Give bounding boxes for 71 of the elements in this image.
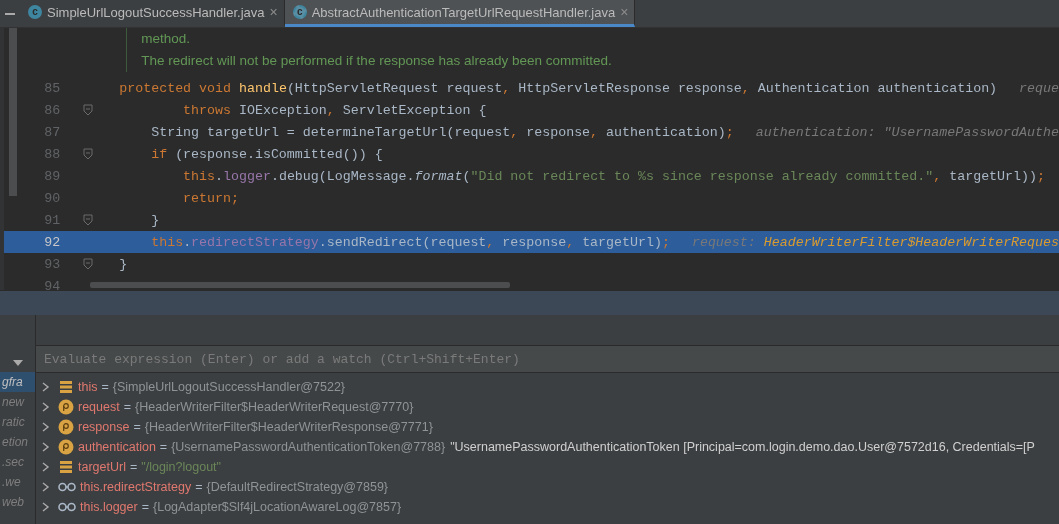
stack-frame[interactable]: .sec: [0, 452, 35, 472]
line-number: 87: [43, 124, 61, 140]
equals-sign: =: [101, 380, 109, 394]
variable-name: this: [78, 380, 98, 394]
doc-comment: method.: [126, 28, 1059, 50]
class-icon: c: [292, 5, 307, 19]
doc-comment: The redirect will not be performed if the response has already been committed.: [126, 50, 1059, 72]
variable-name: this.redirectStrategy: [80, 480, 192, 494]
variable-name: this.logger: [80, 500, 138, 514]
line-number: 89: [43, 168, 61, 184]
fold-icon[interactable]: [82, 104, 93, 116]
variable-name: authentication: [78, 440, 156, 454]
equals-sign: =: [133, 420, 141, 434]
scrollbar[interactable]: [90, 282, 510, 288]
editor-tab[interactable]: c SimpleUrlLogoutSuccessHandler.java ×: [20, 0, 285, 27]
variable-text: "UsernamePasswordAuthenticationToken [Principal=com.login.demo.dao.User@7572d16, Credentials=[P: [450, 440, 1035, 454]
line-number: 90: [43, 190, 61, 206]
dropdown-icon[interactable]: [12, 360, 23, 366]
parameter-icon: [58, 399, 74, 415]
editor-tab[interactable]: c AbstractAuthenticationTargetUrlRequestHandler.java ×: [284, 0, 636, 27]
code-line: }: [150, 212, 160, 228]
stack-frame[interactable]: .we: [0, 472, 35, 492]
code-line: }: [119, 256, 128, 272]
equals-sign: =: [195, 480, 203, 494]
parameter-icon: [58, 419, 74, 435]
line-number: 85: [43, 80, 61, 96]
stack-frame[interactable]: gfra: [0, 372, 35, 392]
line-number: 91: [43, 212, 61, 228]
field-icon: [58, 380, 74, 394]
line-number: 86: [43, 102, 61, 118]
equals-sign: =: [123, 400, 131, 414]
line-number: 93: [43, 256, 61, 272]
scrollbar[interactable]: [9, 28, 17, 196]
field-icon: [58, 460, 74, 474]
equals-sign: =: [141, 500, 149, 514]
variable-value: {HeaderWriterFilter$HeaderWriterResponse@7771}: [144, 420, 433, 434]
code-line: if (response.isCommitted()) {: [150, 146, 383, 162]
minimize-icon[interactable]: [5, 12, 15, 15]
line-number: 94: [43, 278, 61, 290]
code-line: throws IOException, ServletException {: [182, 102, 487, 118]
variable-value: "/login?logout": [141, 460, 222, 474]
class-icon: c: [28, 5, 42, 19]
stack-frame[interactable]: etion: [0, 432, 35, 452]
stack-frame[interactable]: new: [0, 392, 35, 412]
code-line: protected void handle(HttpServletRequest request, HttpServletResponse response, Authentication authentication) reque: [119, 80, 1059, 96]
variable-name: request: [78, 400, 120, 414]
variable-value: {LogAdapter$Slf4jLocationAwareLog@7857}: [153, 500, 402, 514]
variable-value: {SimpleUrlLogoutSuccessHandler@7522}: [112, 380, 346, 394]
equals-sign: =: [159, 440, 168, 454]
fold-icon[interactable]: [82, 214, 93, 226]
variable-value: {DefaultRedirectStrategy@7859}: [206, 480, 389, 494]
code-line: this.redirectStrategy.sendRedirect(request, response, targetUrl); request: HeaderWriterFilter$HeaderWriterReques: [150, 234, 1059, 250]
close-icon[interactable]: ×: [620, 4, 629, 20]
glasses-icon: [58, 502, 76, 512]
variable-name: response: [78, 420, 130, 434]
variable-value: {HeaderWriterFilter$HeaderWriterRequest@7770}: [135, 400, 414, 414]
parameter-icon: [58, 439, 74, 455]
equals-sign: =: [129, 460, 138, 474]
variable-name: targetUrl: [78, 460, 126, 474]
stack-frame[interactable]: ratic: [0, 412, 35, 432]
fold-icon[interactable]: [82, 148, 93, 160]
variable-value: {UsernamePasswordAuthenticationToken@7788}: [171, 440, 446, 454]
glasses-icon: [58, 482, 76, 492]
line-number: 92: [43, 234, 61, 250]
fold-icon[interactable]: [82, 258, 93, 270]
line-number: 88: [43, 146, 61, 162]
close-icon[interactable]: ×: [269, 4, 278, 20]
code-line: this.logger.debug(LogMessage.format("Did not redirect to %s since response already committed.", targetUrl));: [182, 168, 1045, 184]
code-line: String targetUrl = determineTargetUrl(request, response, authentication); authentication: "UsernamePasswordAuthe: [150, 124, 1059, 140]
code-line: return;: [182, 190, 239, 206]
stack-frame[interactable]: web: [0, 492, 35, 512]
